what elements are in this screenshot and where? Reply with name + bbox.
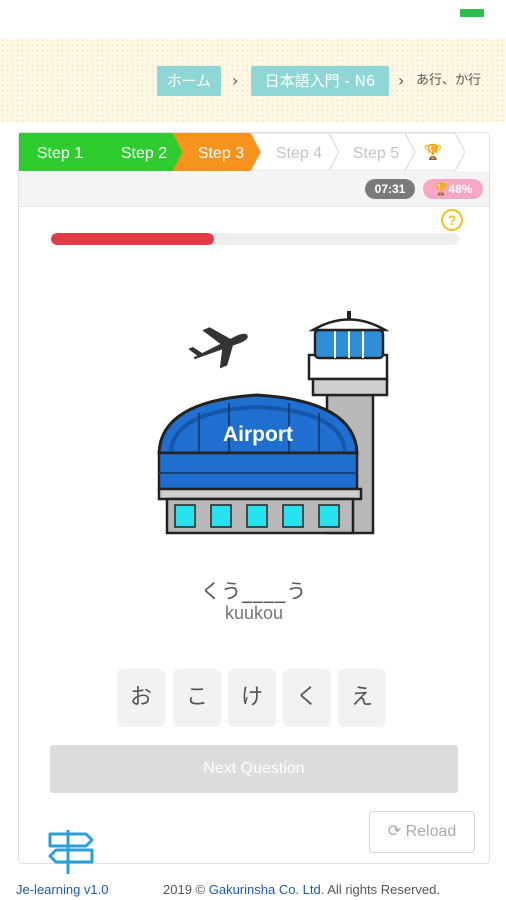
timer-badge: 07:31 — [365, 179, 415, 199]
question-prompt: くう____う — [200, 579, 308, 603]
copyright-prefix: 2019 © — [163, 882, 209, 897]
step-label: Step 1 — [37, 145, 83, 162]
progress-fill — [51, 233, 215, 245]
score-badge: 🏆48% — [423, 179, 483, 199]
airport-illustration: Airport — [129, 303, 390, 543]
question-romaji: kuukou — [224, 603, 284, 623]
footer-brand[interactable]: Je-learning v1.0 — [16, 882, 109, 897]
step-4[interactable]: Step 4 — [250, 132, 340, 172]
help-icon[interactable]: ? — [441, 209, 463, 231]
trophy-icon: 🏆 — [433, 182, 449, 196]
reload-label: Reload — [405, 823, 457, 840]
airplane-icon — [188, 327, 248, 369]
signpost-icon[interactable] — [46, 826, 98, 876]
lesson-meta: 07:31 🏆48% — [19, 171, 489, 207]
battery-icon — [460, 9, 484, 17]
step-label: Step 2 — [121, 145, 167, 162]
breadcrumb-home[interactable]: ホーム — [157, 66, 221, 96]
step-5[interactable]: Step 5 — [328, 132, 416, 172]
step-3[interactable]: Step 3 — [172, 132, 262, 172]
reload-button[interactable]: ⟳ Reload — [369, 811, 475, 853]
airport-sign-text: Airport — [223, 423, 293, 446]
footer: Je-learning v1.0 2019 © Gakurinsha Co. L… — [0, 882, 506, 900]
copyright-suffix: . All rights Reserved. — [320, 882, 440, 897]
choice-button[interactable]: お — [117, 669, 165, 727]
lesson-card: Step 1 Step 2 Step 3 Step 4 Step 5 🏆 07:31 🏆4… — [18, 132, 490, 864]
choice-button[interactable]: こ — [173, 669, 221, 727]
breadcrumb: ホーム › 日本語入門 - N6 › あ行、か行 — [0, 38, 506, 122]
choice-button[interactable]: く — [283, 669, 331, 727]
breadcrumb-course[interactable]: 日本語入門 - N6 — [251, 66, 389, 96]
progress-bar — [51, 233, 459, 245]
choice-button[interactable]: え — [338, 669, 386, 727]
score-value: 48% — [448, 182, 473, 196]
step-label: Step 5 — [353, 145, 399, 162]
step-label: Step 3 — [198, 145, 244, 162]
copyright-org[interactable]: Gakurinsha Co. Ltd — [209, 882, 321, 897]
next-question-button[interactable]: Next Question — [50, 745, 458, 793]
step-label: Step 4 — [276, 145, 322, 162]
footer-copyright: 2019 © Gakurinsha Co. Ltd. All rights Re… — [163, 882, 440, 897]
breadcrumb-current: あ行、か行 — [416, 73, 482, 88]
status-bar — [0, 0, 506, 38]
breadcrumb-separator: › — [398, 71, 405, 90]
step-tracker: Step 1 Step 2 Step 3 Step 4 Step 5 🏆 — [18, 132, 489, 172]
trophy-icon: 🏆 — [424, 143, 443, 161]
step-2[interactable]: Step 2 — [96, 132, 184, 172]
choice-button[interactable]: け — [228, 669, 276, 727]
refresh-icon: ⟳ — [387, 823, 402, 840]
step-1[interactable]: Step 1 — [18, 132, 108, 172]
breadcrumb-separator: › — [232, 71, 239, 90]
